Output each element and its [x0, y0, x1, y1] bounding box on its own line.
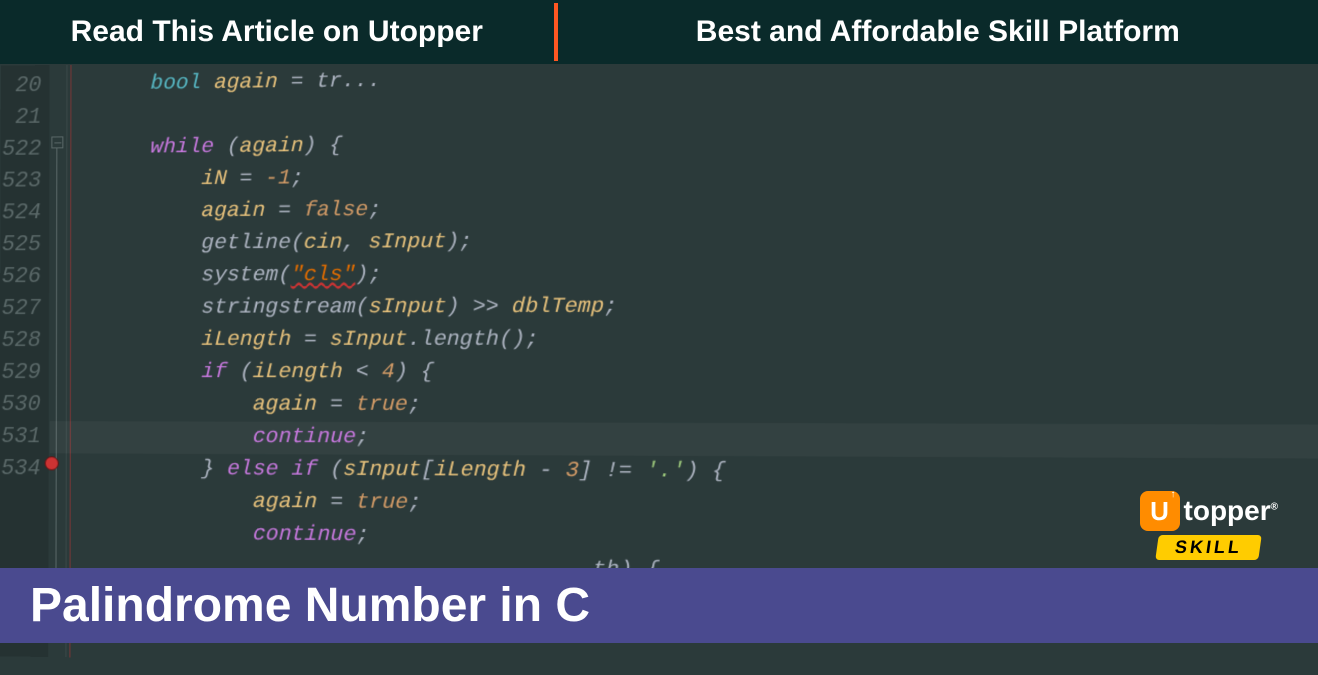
- line-number: 526: [0, 261, 49, 293]
- logo-badge: U: [1140, 491, 1180, 531]
- line-number: 524: [0, 197, 49, 229]
- top-banner: Read This Article on Utopper Best and Af…: [0, 0, 1318, 64]
- code-line: again = true;: [150, 389, 1318, 425]
- line-number: 21: [1, 102, 50, 134]
- code-line: getline(cin, sInput);: [150, 221, 1318, 260]
- line-number: 534: [0, 453, 49, 485]
- article-title: Palindrome Number in C: [30, 578, 590, 633]
- code-line: system("cls");: [150, 255, 1318, 292]
- utopper-logo: U topper® SKILL: [1140, 491, 1278, 560]
- line-number: 20: [1, 70, 50, 102]
- title-banner: Palindrome Number in C: [0, 568, 1318, 643]
- code-line: if (iLength < 4) {: [150, 357, 1318, 391]
- logo-text: topper®: [1184, 495, 1278, 527]
- line-number: 523: [0, 165, 49, 197]
- code-line: continue;: [150, 421, 1318, 458]
- line-number: 527: [0, 293, 49, 325]
- line-number: 525: [0, 229, 49, 261]
- code-line: iLength = sInput.length();: [150, 323, 1318, 357]
- logo-main: U topper®: [1140, 491, 1278, 531]
- code-line: stringstream(sInput) >> dblTemp;: [150, 289, 1318, 325]
- banner-left-text: Read This Article on Utopper: [0, 15, 554, 49]
- line-number: 528: [0, 325, 49, 357]
- line-number: 522: [1, 134, 50, 166]
- logo-skill-badge: SKILL: [1155, 535, 1262, 560]
- line-number: 531: [0, 421, 49, 453]
- banner-right-text: Best and Affordable Skill Platform: [558, 15, 1318, 49]
- line-number: 530: [0, 389, 49, 421]
- line-number: 529: [0, 357, 49, 389]
